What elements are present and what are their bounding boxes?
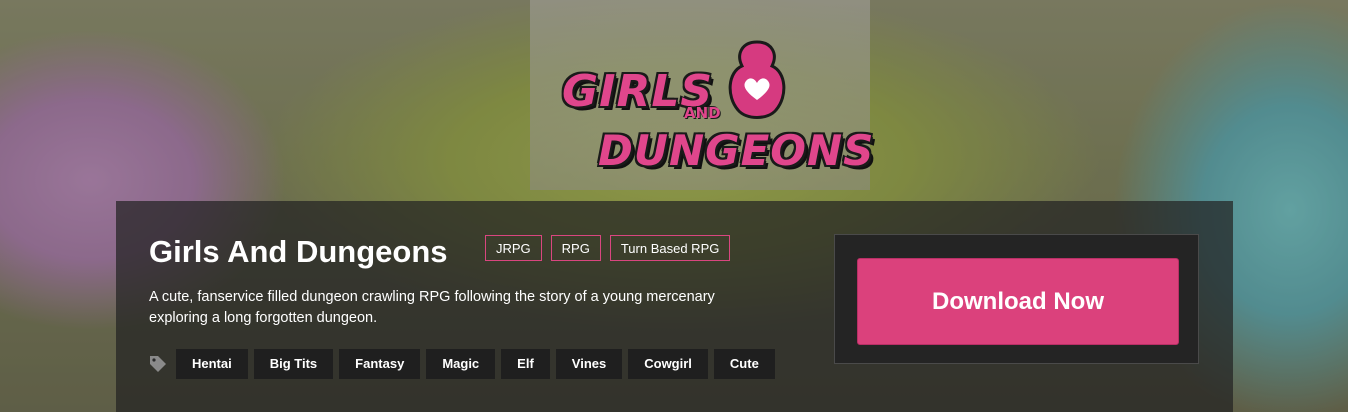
download-now-button[interactable]: Download Now: [857, 258, 1179, 345]
tag-item[interactable]: Hentai: [176, 349, 248, 379]
tag-list: Hentai Big Tits Fantasy Magic Elf Vines …: [176, 349, 775, 379]
genre-badge[interactable]: RPG: [550, 235, 601, 261]
logo-text-dungeons: DUNGEONS: [598, 126, 875, 175]
tag-item[interactable]: Magic: [426, 349, 496, 379]
genre-badge[interactable]: Turn Based RPG: [609, 235, 731, 261]
game-title: Girls And Dungeons: [149, 234, 448, 269]
tag-item[interactable]: Vines: [555, 349, 623, 379]
logo-text-and: AND: [684, 104, 721, 122]
tag-icon: [150, 356, 166, 372]
game-logo: GIRLS AND DUNGEONS: [532, 38, 873, 188]
tag-item[interactable]: Big Tits: [253, 349, 334, 379]
tag-item[interactable]: Fantasy: [339, 349, 421, 379]
game-info-panel: Girls And Dungeons JRPG RPG Turn Based R…: [116, 201, 1233, 412]
tag-item[interactable]: Elf: [501, 349, 550, 379]
tag-item[interactable]: Cowgirl: [628, 349, 708, 379]
tag-item[interactable]: Cute: [713, 349, 775, 379]
heart-logo-icon: [728, 40, 786, 119]
genre-list: JRPG RPG Turn Based RPG: [485, 235, 731, 261]
genre-badge[interactable]: JRPG: [485, 235, 542, 261]
game-description: A cute, fanservice filled dungeon crawli…: [149, 289, 715, 326]
download-box: Download Now: [834, 234, 1199, 364]
tags-row: Hentai Big Tits Fantasy Magic Elf Vines …: [148, 349, 775, 379]
